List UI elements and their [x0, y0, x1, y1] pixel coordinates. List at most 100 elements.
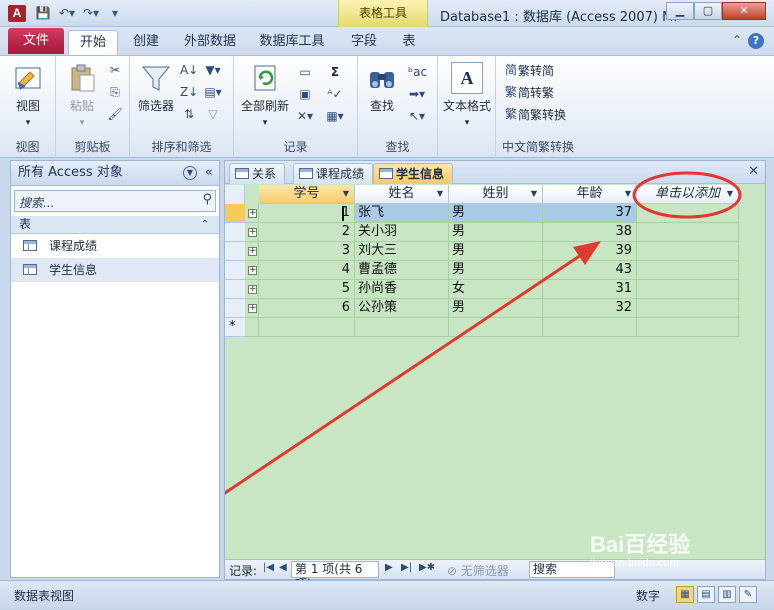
filter-button[interactable]: 筛选器 [134, 62, 178, 114]
cell-name[interactable]: 孙尚香 [355, 280, 449, 299]
doc-tab-relationships[interactable]: 关系 [229, 163, 286, 184]
sort-descending-icon[interactable]: Z↓ [180, 84, 198, 100]
datasheet-view-icon[interactable]: ▦ [676, 586, 694, 603]
cell-age[interactable]: 43 [543, 261, 637, 280]
tab-external-data[interactable]: 外部数据 [178, 30, 242, 55]
cell-empty[interactable] [637, 204, 739, 223]
convert-button[interactable]: 简繁转换 [518, 106, 566, 123]
record-position-field[interactable]: 第 1 项(共 6 项) [291, 561, 379, 591]
nav-item-student-info[interactable]: 学生信息 [11, 258, 219, 282]
delete-record-icon[interactable]: ✕▾ [296, 108, 314, 124]
doc-tab-student-info[interactable]: 学生信息 [373, 163, 454, 184]
cell-name[interactable]: 刘大三 [355, 242, 449, 261]
copy-icon[interactable]: ⎘ [106, 84, 124, 100]
selection-filter-icon[interactable]: ▼▾ [204, 62, 222, 78]
cell-age[interactable]: 39 [543, 242, 637, 261]
column-header-name[interactable]: 姓名 ▼ [355, 185, 449, 204]
previous-record-icon[interactable]: ◀ [279, 562, 287, 573]
pivot-table-view-icon[interactable]: ▤ [697, 586, 715, 603]
cell-id[interactable]: 4 [259, 261, 355, 280]
cell-name[interactable]: 曹孟德 [355, 261, 449, 280]
redo-icon[interactable]: ↷▾ [82, 5, 100, 22]
cell-empty[interactable] [637, 223, 739, 242]
nav-search-box[interactable]: 搜索... ⚲ [14, 190, 216, 212]
new-record-icon[interactable]: ▭ [296, 64, 314, 80]
cell-age[interactable]: 31 [543, 280, 637, 299]
simp-to-trad-button[interactable]: 简转繁 [518, 84, 554, 101]
new-record-nav-icon[interactable]: ▶✱ [419, 562, 435, 573]
nav-pane-header[interactable]: 所有 Access 对象 ▼ « [11, 161, 219, 186]
access-app-icon[interactable]: A [8, 5, 26, 22]
chevron-down-icon[interactable]: ▼ [437, 185, 443, 203]
cut-icon[interactable]: ✂ [106, 62, 124, 78]
cell-empty[interactable] [637, 280, 739, 299]
cell-empty[interactable] [637, 299, 739, 318]
row-selector[interactable] [225, 242, 245, 261]
cell-gender[interactable]: 男 [449, 223, 543, 242]
cell-gender[interactable]: 男 [449, 242, 543, 261]
cell-empty[interactable] [637, 261, 739, 280]
chevron-down-icon[interactable]: ▼ [343, 185, 349, 203]
row-selector[interactable] [225, 261, 245, 280]
replace-icon[interactable]: ᵇac [408, 64, 427, 80]
expand-subdatasheet-icon[interactable]: + [248, 266, 257, 275]
expand-subdatasheet-icon[interactable]: + [248, 228, 257, 237]
nav-section-tables[interactable]: 表 ⌃ [11, 216, 219, 234]
sort-ascending-icon[interactable]: A↓ [180, 62, 198, 78]
chevron-down-icon[interactable]: ▼ [531, 185, 537, 203]
tab-table[interactable]: 表 [394, 30, 424, 55]
maximize-button[interactable]: ▢ [694, 2, 722, 20]
cell-gender[interactable] [449, 318, 543, 337]
undo-icon[interactable]: ↶▾ [58, 5, 76, 22]
cell-age[interactable]: 38 [543, 223, 637, 242]
cell-name[interactable]: 张飞 [355, 204, 449, 223]
refresh-all-button[interactable]: 全部刷新 ▾ [238, 62, 292, 128]
find-button[interactable]: 查找 [362, 62, 402, 114]
cell-name[interactable]: 关小羽 [355, 223, 449, 242]
column-header-age[interactable]: 年龄 ▼ [543, 185, 637, 204]
cell-id[interactable] [259, 318, 355, 337]
nav-menu-dropdown-icon[interactable]: ▼ [183, 166, 197, 180]
tab-create[interactable]: 创建 [124, 30, 168, 55]
format-painter-icon[interactable]: 🖌 [106, 106, 124, 122]
paste-button[interactable]: 粘贴 ▾ [62, 62, 102, 128]
save-icon[interactable]: 💾 [34, 5, 52, 22]
close-document-icon[interactable]: ✕ [748, 164, 759, 179]
cell-id[interactable]: 2 [259, 223, 355, 242]
expand-subdatasheet-icon[interactable]: + [248, 285, 257, 294]
column-header-click-to-add[interactable]: 单击以添加 ▼ [637, 185, 739, 204]
row-selector[interactable] [225, 299, 245, 318]
column-header-id[interactable]: 学号 ▼ [259, 185, 355, 204]
close-window-button[interactable]: ✕ [722, 2, 766, 20]
chevron-down-icon[interactable]: ▼ [727, 185, 733, 203]
first-record-icon[interactable]: |◀ [263, 562, 274, 573]
cell-name[interactable]: 公孙策 [355, 299, 449, 318]
cell-gender[interactable]: 男 [449, 299, 543, 318]
cell-id[interactable]: 5 [259, 280, 355, 299]
trad-to-simp-button[interactable]: 繁转简 [518, 62, 554, 79]
next-record-icon[interactable]: ▶ [385, 562, 393, 573]
column-header-gender[interactable]: 姓别 ▼ [449, 185, 543, 204]
expand-subdatasheet-icon[interactable]: + [248, 247, 257, 256]
toggle-filter-icon[interactable]: ▽ [204, 106, 222, 122]
chevron-down-icon[interactable]: ▼ [625, 185, 631, 203]
cell-age[interactable]: 32 [543, 299, 637, 318]
select-icon[interactable]: ↖▾ [408, 108, 426, 124]
cell-id[interactable]: 1 [259, 204, 355, 223]
text-format-button[interactable]: A 文本格式 ▾ [440, 62, 494, 128]
spelling-icon[interactable]: ᴬ✓ [326, 86, 344, 102]
doc-tab-course-scores[interactable]: 课程成绩 [293, 163, 374, 184]
cell-empty[interactable] [637, 318, 739, 337]
help-icon[interactable]: ? [748, 33, 764, 49]
goto-icon[interactable]: ➡▾ [408, 86, 426, 102]
expand-subdatasheet-icon[interactable]: + [248, 209, 257, 218]
cell-name[interactable] [355, 318, 449, 337]
nav-item-course-scores[interactable]: 课程成绩 [11, 234, 219, 258]
expand-subdatasheet-icon[interactable]: + [248, 304, 257, 313]
no-filter-indicator[interactable]: ⊘ 无筛选器 [447, 562, 509, 579]
view-button[interactable]: 视图 ▾ [8, 62, 48, 128]
select-all-corner[interactable] [225, 185, 245, 204]
clear-sort-icon[interactable]: ⇅ [180, 106, 198, 122]
cell-empty[interactable] [637, 242, 739, 261]
cell-age[interactable] [543, 318, 637, 337]
